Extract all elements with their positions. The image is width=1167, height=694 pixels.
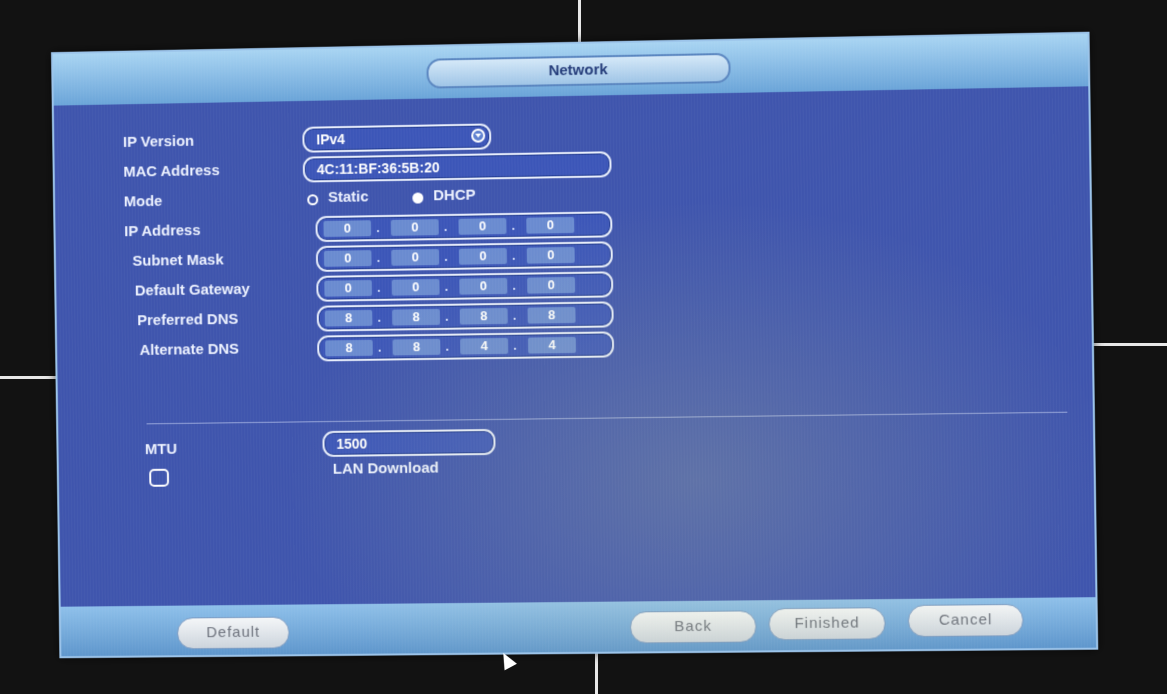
ip-version-value: IPv4 bbox=[316, 131, 345, 148]
octet-separator: . bbox=[377, 280, 381, 295]
finished-button[interactable]: Finished bbox=[768, 607, 886, 641]
alternate-dns-octet: 8 bbox=[392, 338, 441, 356]
default-gateway-octet: 0 bbox=[391, 278, 440, 296]
network-dialog: Network IP Version IPv4 MAC Address 4C:1… bbox=[51, 31, 1099, 659]
alternate-dns-octet: 4 bbox=[527, 336, 577, 354]
octet-separator: . bbox=[512, 278, 516, 293]
mode-dhcp-radio[interactable] bbox=[412, 192, 424, 204]
back-button[interactable]: Back bbox=[629, 610, 757, 644]
octet-separator: . bbox=[445, 339, 450, 354]
subnet-mask-label: Subnet Mask bbox=[132, 251, 224, 270]
bottom-bar: Default Back Finished Cancel bbox=[60, 597, 1097, 657]
default-gateway-label: Default Gateway bbox=[134, 280, 251, 300]
subnet-mask-input[interactable]: 0. 0. 0. 0 bbox=[315, 241, 613, 272]
mtu-label: MTU bbox=[144, 440, 178, 459]
default-gateway-octet: 0 bbox=[324, 280, 373, 297]
octet-separator: . bbox=[444, 249, 448, 264]
subnet-mask-octet: 0 bbox=[458, 247, 507, 265]
ip-address-input[interactable]: 0. 0. 0. 0 bbox=[315, 211, 613, 243]
octet-separator: . bbox=[444, 279, 449, 294]
default-gateway-octet: 0 bbox=[459, 277, 508, 295]
preferred-dns-octet: 8 bbox=[459, 307, 508, 325]
preferred-dns-input[interactable]: 8. 8. 8. 8 bbox=[316, 301, 614, 332]
preferred-dns-label: Preferred DNS bbox=[137, 310, 239, 330]
mac-address-field: 4C:11:BF:36:5B:20 bbox=[302, 151, 612, 183]
mac-address-value: 4C:11:BF:36:5B:20 bbox=[316, 159, 440, 178]
mtu-input[interactable]: 1500 bbox=[322, 428, 496, 457]
alternate-dns-label: Alternate DNS bbox=[139, 340, 240, 359]
mode-static-radio[interactable] bbox=[307, 194, 319, 206]
default-button[interactable]: Default bbox=[176, 616, 290, 650]
octet-separator: . bbox=[445, 309, 449, 324]
ip-address-octet: 0 bbox=[458, 218, 507, 235]
subnet-mask-octet: 0 bbox=[526, 246, 575, 264]
octet-separator: . bbox=[443, 219, 448, 235]
preferred-dns-octet: 8 bbox=[527, 306, 576, 324]
subnet-mask-octet: 0 bbox=[323, 250, 372, 267]
ip-address-octet: 0 bbox=[390, 219, 439, 236]
mac-address-label: MAC Address bbox=[123, 162, 220, 181]
octet-separator: . bbox=[376, 250, 381, 265]
section-divider bbox=[146, 411, 1068, 425]
ip-address-octet: 0 bbox=[323, 220, 372, 237]
mode-static-label: Static bbox=[327, 188, 369, 207]
cancel-button[interactable]: Cancel bbox=[907, 603, 1024, 638]
window-title: Network bbox=[426, 52, 731, 89]
chevron-down-icon[interactable] bbox=[471, 128, 486, 143]
mode-dhcp-label: DHCP bbox=[433, 186, 476, 205]
octet-separator: . bbox=[512, 308, 517, 323]
lan-download-checkbox[interactable] bbox=[149, 468, 170, 487]
preferred-dns-octet: 8 bbox=[392, 308, 441, 326]
mtu-value: 1500 bbox=[336, 435, 368, 452]
alternate-dns-octet: 8 bbox=[325, 339, 373, 357]
default-gateway-octet: 0 bbox=[527, 276, 576, 294]
preferred-dns-octet: 8 bbox=[324, 309, 373, 327]
octet-separator: . bbox=[377, 340, 382, 355]
octet-separator: . bbox=[376, 221, 380, 236]
title-bar: Network bbox=[53, 33, 1089, 106]
octet-separator: . bbox=[512, 248, 516, 263]
ip-address-label: IP Address bbox=[124, 222, 201, 241]
octet-separator: . bbox=[511, 218, 516, 233]
ip-address-octet: 0 bbox=[526, 216, 575, 234]
alternate-dns-input[interactable]: 8. 8. 4. 4 bbox=[317, 331, 615, 362]
ip-version-label: IP Version bbox=[122, 132, 195, 151]
lan-download-label: LAN Download bbox=[332, 459, 439, 478]
subnet-mask-octet: 0 bbox=[391, 249, 440, 266]
mode-label: Mode bbox=[123, 192, 163, 211]
background-divider-horizontal-left bbox=[0, 376, 56, 379]
default-gateway-input[interactable]: 0. 0. 0. 0 bbox=[316, 271, 614, 302]
background-divider-horizontal-right bbox=[1083, 343, 1167, 346]
octet-separator: . bbox=[377, 310, 382, 325]
alternate-dns-octet: 4 bbox=[460, 337, 509, 355]
octet-separator: . bbox=[513, 338, 517, 353]
ip-version-select[interactable]: IPv4 bbox=[302, 123, 492, 153]
